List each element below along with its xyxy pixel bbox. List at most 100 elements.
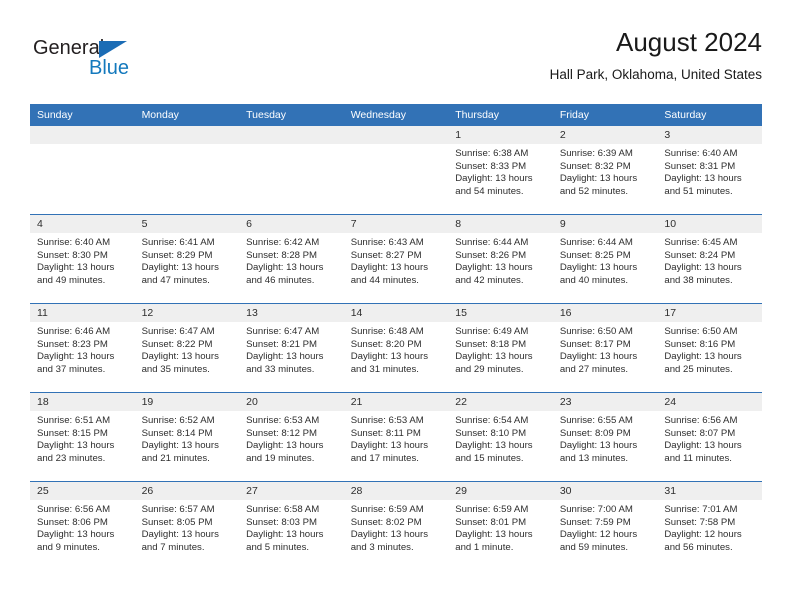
day-details: Sunrise: 6:59 AM Sunset: 8:01 PM Daylight:… xyxy=(448,500,553,554)
sunset-text: Sunset: 8:26 PM xyxy=(455,249,527,261)
sunset-text: Sunset: 8:24 PM xyxy=(664,249,736,261)
sunrise-text: Sunrise: 6:39 AM xyxy=(559,148,633,159)
daylight-text: Daylight: 13 hours and 33 minutes. xyxy=(246,351,324,375)
calendar-day-cell[interactable]: 28 Sunrise: 6:59 AM Sunset: 8:02 PM Dayligh… xyxy=(343,481,449,570)
calendar-day-cell[interactable]: 27 Sunrise: 6:58 AM Sunset: 8:03 PM Dayligh… xyxy=(239,481,344,570)
daylight-text: Daylight: 13 hours and 54 minutes. xyxy=(455,173,533,197)
calendar-week-row: 1 Sunrise: 6:38 AM Sunset: 8:33 PM Daylight… xyxy=(30,126,762,215)
sunset-text: Sunset: 8:29 PM xyxy=(141,249,213,261)
calendar-day-cell[interactable]: 26 Sunrise: 6:57 AM Sunset: 8:05 PM Dayligh… xyxy=(134,481,240,570)
calendar-day-cell[interactable]: 6 Sunrise: 6:42 AM Sunset: 8:28 PM Daylight… xyxy=(239,214,344,304)
day-number: 21 xyxy=(343,393,449,411)
calendar-day-cell[interactable]: 20 Sunrise: 6:53 AM Sunset: 8:12 PM Dayligh… xyxy=(239,392,344,482)
calendar-header-row: Sunday Monday Tuesday Wednesday Thursday… xyxy=(30,104,762,126)
calendar-day-cell[interactable]: 16 Sunrise: 6:50 AM Sunset: 8:17 PM Dayligh… xyxy=(552,303,658,393)
sunrise-text: Sunrise: 6:38 AM xyxy=(455,148,529,159)
day-details: Sunrise: 6:41 AM Sunset: 8:29 PM Daylight:… xyxy=(135,233,240,287)
daylight-text: Daylight: 13 hours and 25 minutes. xyxy=(664,351,742,375)
calendar-day-cell[interactable]: 23 Sunrise: 6:55 AM Sunset: 8:09 PM Dayligh… xyxy=(552,392,658,482)
daylight-text: Daylight: 13 hours and 9 minutes. xyxy=(37,529,115,553)
title-block: August 2024 Hall Park, Oklahoma, United … xyxy=(550,26,762,83)
day-details: Sunrise: 6:40 AM Sunset: 8:30 PM Daylight:… xyxy=(30,233,135,287)
calendar-day-cell[interactable]: 7 Sunrise: 6:43 AM Sunset: 8:27 PM Daylight… xyxy=(343,214,449,304)
sunrise-text: Sunrise: 6:56 AM xyxy=(37,504,111,515)
day-number: 23 xyxy=(552,393,658,411)
day-number: 31 xyxy=(657,482,762,500)
weekday-header-sunday: Sunday xyxy=(30,104,135,126)
calendar-day-cell[interactable]: 4 Sunrise: 6:40 AM Sunset: 8:30 PM Daylight… xyxy=(30,214,135,304)
sunrise-text: Sunrise: 6:43 AM xyxy=(350,237,424,248)
daylight-text: Daylight: 13 hours and 44 minutes. xyxy=(350,262,429,286)
day-number: 6 xyxy=(239,215,344,233)
calendar-day-cell[interactable]: 14 Sunrise: 6:48 AM Sunset: 8:20 PM Dayligh… xyxy=(343,303,449,393)
calendar-container: Sunday Monday Tuesday Wednesday Thursday… xyxy=(30,104,762,570)
calendar-day-cell[interactable]: 11 Sunrise: 6:46 AM Sunset: 8:23 PM Dayligh… xyxy=(30,303,135,393)
sunrise-text: Sunrise: 6:57 AM xyxy=(141,504,215,515)
day-number: 12 xyxy=(134,304,240,322)
calendar-day-cell[interactable]: 8 Sunrise: 6:44 AM Sunset: 8:26 PM Daylight… xyxy=(448,214,553,304)
calendar-day-cell[interactable]: 5 Sunrise: 6:41 AM Sunset: 8:29 PM Daylight… xyxy=(134,214,240,304)
daylight-text: Daylight: 13 hours and 23 minutes. xyxy=(37,440,115,464)
calendar-day-cell[interactable]: 3 Sunrise: 6:40 AM Sunset: 8:31 PM Daylight… xyxy=(657,126,762,215)
calendar-day-cell[interactable]: 10 Sunrise: 6:45 AM Sunset: 8:24 PM Dayligh… xyxy=(657,214,762,304)
day-number: 24 xyxy=(657,393,762,411)
day-details: Sunrise: 6:48 AM Sunset: 8:20 PM Daylight:… xyxy=(344,322,449,376)
sunset-text: Sunset: 8:20 PM xyxy=(350,338,422,350)
day-number: 14 xyxy=(343,304,449,322)
page-subtitle: Hall Park, Oklahoma, United States xyxy=(549,67,762,82)
calendar-day-cell[interactable]: 21 Sunrise: 6:53 AM Sunset: 8:11 PM Dayligh… xyxy=(343,392,449,482)
daylight-text: Daylight: 13 hours and 35 minutes. xyxy=(141,351,219,375)
calendar-day-cell[interactable]: 19 Sunrise: 6:52 AM Sunset: 8:14 PM Dayligh… xyxy=(134,392,240,482)
calendar-day-cell[interactable]: 15 Sunrise: 6:49 AM Sunset: 8:18 PM Dayligh… xyxy=(448,303,553,393)
sunset-text: Sunset: 7:59 PM xyxy=(559,516,631,528)
day-details: Sunrise: 6:43 AM Sunset: 8:27 PM Daylight:… xyxy=(344,233,449,287)
day-number: 8 xyxy=(448,215,553,233)
general-blue-logo[interactable]: General Blue xyxy=(33,38,203,84)
sunset-text: Sunset: 8:30 PM xyxy=(37,249,108,261)
daylight-text: Daylight: 13 hours and 5 minutes. xyxy=(246,529,324,553)
day-details: Sunrise: 7:00 AM Sunset: 7:59 PM Daylight:… xyxy=(553,500,658,554)
sunrise-text: Sunrise: 6:41 AM xyxy=(141,237,215,248)
sunrise-text: Sunrise: 6:53 AM xyxy=(350,415,424,426)
day-number: 28 xyxy=(343,482,449,500)
daylight-text: Daylight: 13 hours and 19 minutes. xyxy=(246,440,324,464)
daylight-text: Daylight: 12 hours and 59 minutes. xyxy=(559,529,638,553)
day-number: 17 xyxy=(657,304,762,322)
day-details: Sunrise: 6:59 AM Sunset: 8:02 PM Daylight:… xyxy=(344,500,449,554)
calendar-day-cell[interactable]: 25 Sunrise: 6:56 AM Sunset: 8:06 PM Dayligh… xyxy=(30,481,135,570)
sunrise-text: Sunrise: 6:59 AM xyxy=(455,504,529,515)
sunrise-text: Sunrise: 7:00 AM xyxy=(559,504,633,515)
calendar-day-cell[interactable]: 1 Sunrise: 6:38 AM Sunset: 8:33 PM Daylight… xyxy=(448,126,553,215)
calendar-day-cell[interactable]: 9 Sunrise: 6:44 AM Sunset: 8:25 PM Daylight… xyxy=(552,214,658,304)
calendar-day-cell[interactable]: 12 Sunrise: 6:47 AM Sunset: 8:22 PM Dayligh… xyxy=(134,303,240,393)
calendar-day-cell[interactable]: 22 Sunrise: 6:54 AM Sunset: 8:10 PM Dayligh… xyxy=(448,392,553,482)
sunset-text: Sunset: 8:12 PM xyxy=(246,427,318,439)
weekday-header-friday: Friday xyxy=(552,104,658,126)
sunset-text: Sunset: 8:28 PM xyxy=(246,249,318,261)
day-details: Sunrise: 6:46 AM Sunset: 8:23 PM Daylight:… xyxy=(30,322,135,376)
day-details: Sunrise: 6:51 AM Sunset: 8:15 PM Daylight:… xyxy=(30,411,135,465)
sunrise-text: Sunrise: 6:40 AM xyxy=(664,148,738,159)
day-details: Sunrise: 6:44 AM Sunset: 8:25 PM Daylight:… xyxy=(553,233,658,287)
day-details: Sunrise: 6:50 AM Sunset: 8:17 PM Daylight:… xyxy=(553,322,658,376)
sunset-text: Sunset: 8:23 PM xyxy=(37,338,108,350)
sunrise-text: Sunrise: 6:55 AM xyxy=(559,415,633,426)
calendar-day-cell[interactable]: 30 Sunrise: 7:00 AM Sunset: 7:59 PM Dayligh… xyxy=(552,481,658,570)
calendar-day-cell[interactable]: 31 Sunrise: 7:01 AM Sunset: 7:58 PM Dayligh… xyxy=(657,481,762,570)
calendar-day-cell[interactable]: 17 Sunrise: 6:50 AM Sunset: 8:16 PM Dayligh… xyxy=(657,303,762,393)
calendar-day-cell[interactable]: 2 Sunrise: 6:39 AM Sunset: 8:32 PM Daylight… xyxy=(552,126,658,215)
daylight-text: Daylight: 13 hours and 52 minutes. xyxy=(559,173,638,197)
calendar-day-cell[interactable]: 13 Sunrise: 6:47 AM Sunset: 8:21 PM Dayligh… xyxy=(239,303,344,393)
logo-text-blue: Blue xyxy=(89,57,130,79)
sunrise-text: Sunrise: 6:45 AM xyxy=(664,237,738,248)
calendar-day-cell[interactable]: 24 Sunrise: 6:56 AM Sunset: 8:07 PM Dayligh… xyxy=(657,392,762,482)
calendar-day-cell[interactable]: 29 Sunrise: 6:59 AM Sunset: 8:01 PM Dayligh… xyxy=(448,481,553,570)
day-details: Sunrise: 6:53 AM Sunset: 8:12 PM Daylight:… xyxy=(239,411,344,465)
sunrise-text: Sunrise: 6:50 AM xyxy=(559,326,633,337)
sunrise-text: Sunrise: 6:50 AM xyxy=(664,326,738,337)
calendar-day-cell[interactable]: 18 Sunrise: 6:51 AM Sunset: 8:15 PM Dayligh… xyxy=(30,392,135,482)
day-details: Sunrise: 6:39 AM Sunset: 8:32 PM Daylight:… xyxy=(553,144,658,198)
sunset-text: Sunset: 8:10 PM xyxy=(455,427,527,439)
daylight-text: Daylight: 13 hours and 47 minutes. xyxy=(141,262,219,286)
day-details: Sunrise: 6:40 AM Sunset: 8:31 PM Daylight:… xyxy=(657,144,762,198)
